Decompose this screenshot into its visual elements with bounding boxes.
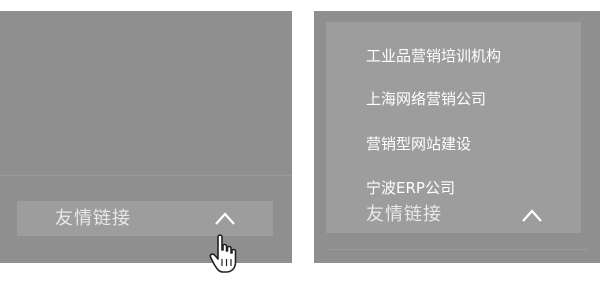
menu-item-link[interactable]: 上海网络营销公司 — [366, 87, 486, 111]
hand-pointer-icon — [209, 234, 237, 273]
friend-links-bar[interactable]: 友情链接 — [17, 201, 273, 236]
divider — [0, 175, 292, 176]
friend-links-label: 友情链接 — [55, 208, 131, 229]
friend-links-label: 友情链接 — [366, 204, 442, 225]
friend-links-panel-expanded: 工业品营销培训机构 上海网络营销公司 营销型网站建设 宁波ERP公司 友情链接 — [314, 11, 600, 263]
menu-item-link[interactable]: 工业品营销培训机构 — [366, 44, 501, 68]
divider — [326, 249, 588, 250]
menu-item-link[interactable]: 营销型网站建设 — [366, 132, 471, 156]
chevron-up-icon[interactable] — [520, 207, 544, 223]
friend-links-panel-collapsed: 友情链接 — [0, 11, 292, 273]
friend-links-menu: 工业品营销培训机构 上海网络营销公司 营销型网站建设 宁波ERP公司 — [326, 22, 581, 198]
chevron-up-icon[interactable] — [213, 210, 237, 226]
friend-links-bar[interactable]: 友情链接 — [326, 197, 581, 233]
